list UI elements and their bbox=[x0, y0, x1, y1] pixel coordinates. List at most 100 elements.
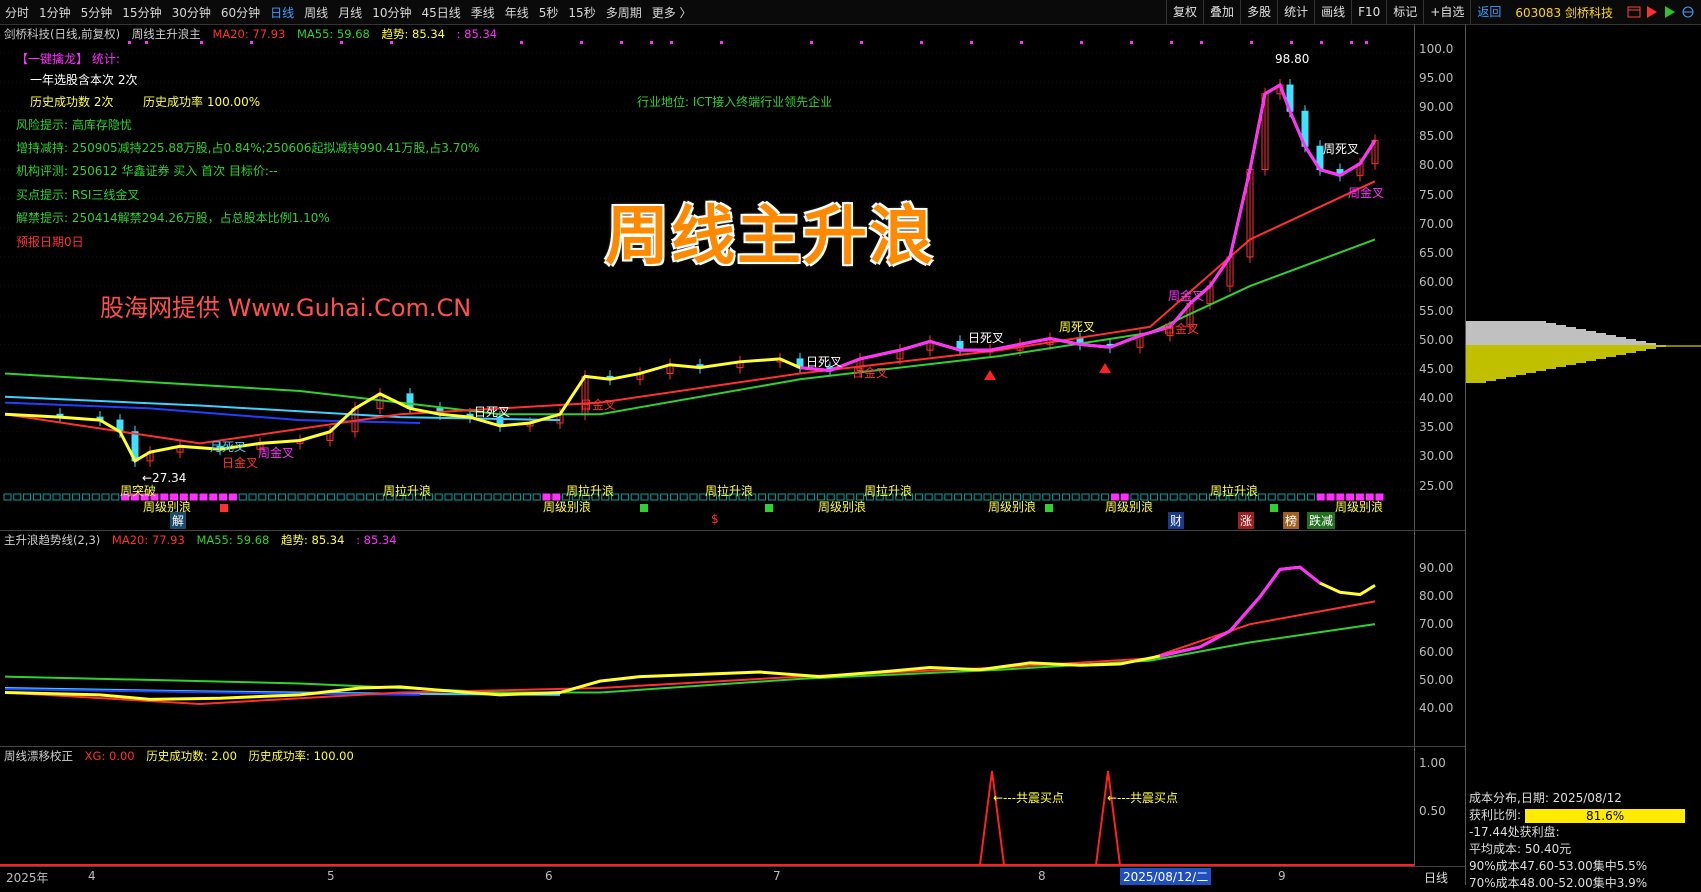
mark-label: 日死叉 bbox=[968, 331, 1005, 345]
y-tick: 25.00 bbox=[1419, 478, 1454, 493]
x-label: 7 bbox=[773, 869, 781, 883]
signal-cell bbox=[199, 493, 208, 501]
period-tab[interactable]: 日线 bbox=[265, 4, 299, 21]
signal-cell bbox=[1199, 493, 1208, 501]
tag-rank[interactable]: 榜 bbox=[1283, 512, 1300, 529]
stock-title: 剑桥科技(日线,前复权) bbox=[4, 27, 121, 41]
info-rating: 机构评测: 250612 华鑫证券 买入 首次 目标价:-- bbox=[16, 164, 278, 178]
period-tab[interactable]: 更多 〉 bbox=[647, 4, 697, 21]
y-tick: 85.00 bbox=[1419, 129, 1454, 144]
network-icon[interactable] bbox=[1681, 5, 1695, 19]
ma20-value: MA20: 77.93 bbox=[212, 27, 286, 41]
sub2-rate: 历史成功率: 100.00 bbox=[248, 749, 354, 763]
signal-cell bbox=[473, 493, 482, 501]
period-tab[interactable]: 15秒 bbox=[563, 4, 600, 21]
toolbar-button[interactable]: 统计 bbox=[1277, 0, 1314, 24]
main-chart[interactable]: 剑桥科技(日线,前复权) 周线主升浪主 MA20: 77.93 MA55: 59… bbox=[0, 24, 1465, 529]
chip-distribution bbox=[1466, 321, 1701, 383]
signal-cell bbox=[797, 493, 806, 501]
stock-code: 603083 剑桥科技 bbox=[1515, 5, 1613, 20]
signal-cell bbox=[219, 493, 228, 501]
period-tab[interactable]: 月线 bbox=[333, 4, 367, 21]
tag-finance[interactable]: 财 bbox=[1168, 512, 1185, 529]
tag-drop-reduce[interactable]: 跌减 bbox=[1307, 512, 1336, 529]
mark-label: 周级别浪 bbox=[1105, 500, 1154, 514]
top-dot bbox=[1250, 41, 1253, 44]
signal-cell bbox=[1042, 493, 1051, 501]
y-tick: 30.00 bbox=[1419, 449, 1454, 464]
toolbar-button[interactable]: 画线 bbox=[1314, 0, 1351, 24]
period-tab[interactable]: 分时 bbox=[0, 4, 34, 21]
period-label[interactable]: 日线 bbox=[1424, 869, 1448, 886]
mark-label: 周级别浪 bbox=[543, 500, 592, 514]
period-tab[interactable]: 1分钟 bbox=[34, 4, 76, 21]
y-tick: 95.00 bbox=[1419, 71, 1454, 86]
trend-subpanel-canvas[interactable] bbox=[0, 531, 1415, 746]
period-tab[interactable]: 45日线 bbox=[416, 4, 465, 21]
top-dot bbox=[670, 41, 673, 44]
x-axis: 2025年 4 5 6 7 8 9 2025/08/12/二 日线 bbox=[0, 866, 1465, 886]
signal-cell bbox=[787, 493, 796, 501]
info-success-rate: 历史成功率 100.00% bbox=[143, 95, 261, 109]
top-dot bbox=[810, 41, 813, 44]
tag-unlock[interactable]: 解 bbox=[170, 512, 187, 529]
sub2-xg: XG: 0.00 bbox=[84, 749, 135, 763]
period-tab[interactable]: 30分钟 bbox=[167, 4, 216, 21]
signal-block bbox=[640, 504, 648, 512]
top-dot bbox=[1290, 41, 1293, 44]
tag-rise[interactable]: 涨 bbox=[1238, 512, 1255, 529]
period-tab[interactable]: 15分钟 bbox=[117, 4, 166, 21]
signal-cell bbox=[32, 493, 41, 501]
period-tab[interactable]: 季线 bbox=[466, 4, 500, 21]
signal-cell bbox=[767, 493, 776, 501]
main-y-axis: 100.0 95.00 90.00 85.00 80.00 75.00 70.00 65.00… bbox=[1415, 24, 1465, 529]
period-tab[interactable]: 多周期 bbox=[601, 4, 647, 21]
trend-subpanel[interactable]: 主升浪趋势线(2,3) MA20: 77.93 MA55: 59.68 趋势: … bbox=[0, 530, 1465, 746]
back-button[interactable]: 返回 bbox=[1470, 0, 1507, 24]
sub2-y-axis: 1.00 0.50 bbox=[1415, 747, 1465, 867]
toolbar-button[interactable]: +自选 bbox=[1423, 0, 1470, 24]
toolbar-button[interactable]: 多股 bbox=[1240, 0, 1277, 24]
period-tab[interactable]: 10分钟 bbox=[367, 4, 416, 21]
arrow-icon[interactable] bbox=[1663, 5, 1677, 19]
signal-cell bbox=[454, 493, 463, 501]
mark-label: 周金叉 bbox=[1348, 186, 1385, 200]
toolbar-button[interactable]: 叠加 bbox=[1203, 0, 1240, 24]
signal-cell bbox=[287, 493, 296, 501]
tag-dollar[interactable]: $ bbox=[711, 512, 719, 526]
drift-subpanel[interactable]: 周线漂移校正 XG: 0.00 历史成功数: 2.00 历史成功率: 100.0… bbox=[0, 746, 1465, 867]
cost-line: -17.44处获利盘: bbox=[1469, 825, 1560, 839]
signal-cell bbox=[513, 493, 522, 501]
buy-point-label: ←---共震买点 bbox=[993, 791, 1065, 805]
cost-panel: 成本分布,日期: 2025/08/12 获利比例: 81.6% -17.44处获利… bbox=[1466, 790, 1701, 892]
y-tick: 40.00 bbox=[1419, 391, 1454, 406]
flag-icon[interactable] bbox=[1645, 5, 1659, 19]
signal-cell bbox=[807, 493, 816, 501]
mark-label: 周拉升浪 bbox=[1210, 484, 1259, 498]
period-tab[interactable]: 年线 bbox=[500, 4, 534, 21]
signal-cell bbox=[963, 493, 972, 501]
period-tab[interactable]: 5秒 bbox=[534, 4, 564, 21]
period-tab[interactable]: 周线 bbox=[299, 4, 333, 21]
sub1-ma55: MA55: 59.68 bbox=[196, 533, 270, 547]
signal-cell bbox=[650, 493, 659, 501]
info-select-count: 一年选股含本次 2次 bbox=[30, 73, 138, 87]
signal-cell bbox=[3, 493, 12, 501]
toolbar-button[interactable]: 标记 bbox=[1386, 0, 1423, 24]
signal-cell bbox=[1287, 493, 1296, 501]
toolbar-button[interactable]: 复权 bbox=[1166, 0, 1203, 24]
toolbar-button[interactable]: F10 bbox=[1351, 0, 1386, 24]
signal-cell bbox=[23, 493, 32, 501]
top-dot bbox=[1080, 41, 1083, 44]
window-icon[interactable] bbox=[1627, 5, 1641, 19]
signal-cell bbox=[1159, 493, 1168, 501]
signal-cell bbox=[660, 493, 669, 501]
yijian-label: 【一键擒龙】 bbox=[16, 52, 89, 66]
signal-cell bbox=[111, 493, 120, 501]
period-tab[interactable]: 60分钟 bbox=[216, 4, 265, 21]
x-label: 9 bbox=[1278, 869, 1286, 883]
signal-cell bbox=[1081, 493, 1090, 501]
period-tab[interactable]: 5分钟 bbox=[76, 4, 118, 21]
drift-subpanel-canvas[interactable] bbox=[0, 747, 1415, 867]
y-tick: 80.00 bbox=[1419, 158, 1454, 173]
